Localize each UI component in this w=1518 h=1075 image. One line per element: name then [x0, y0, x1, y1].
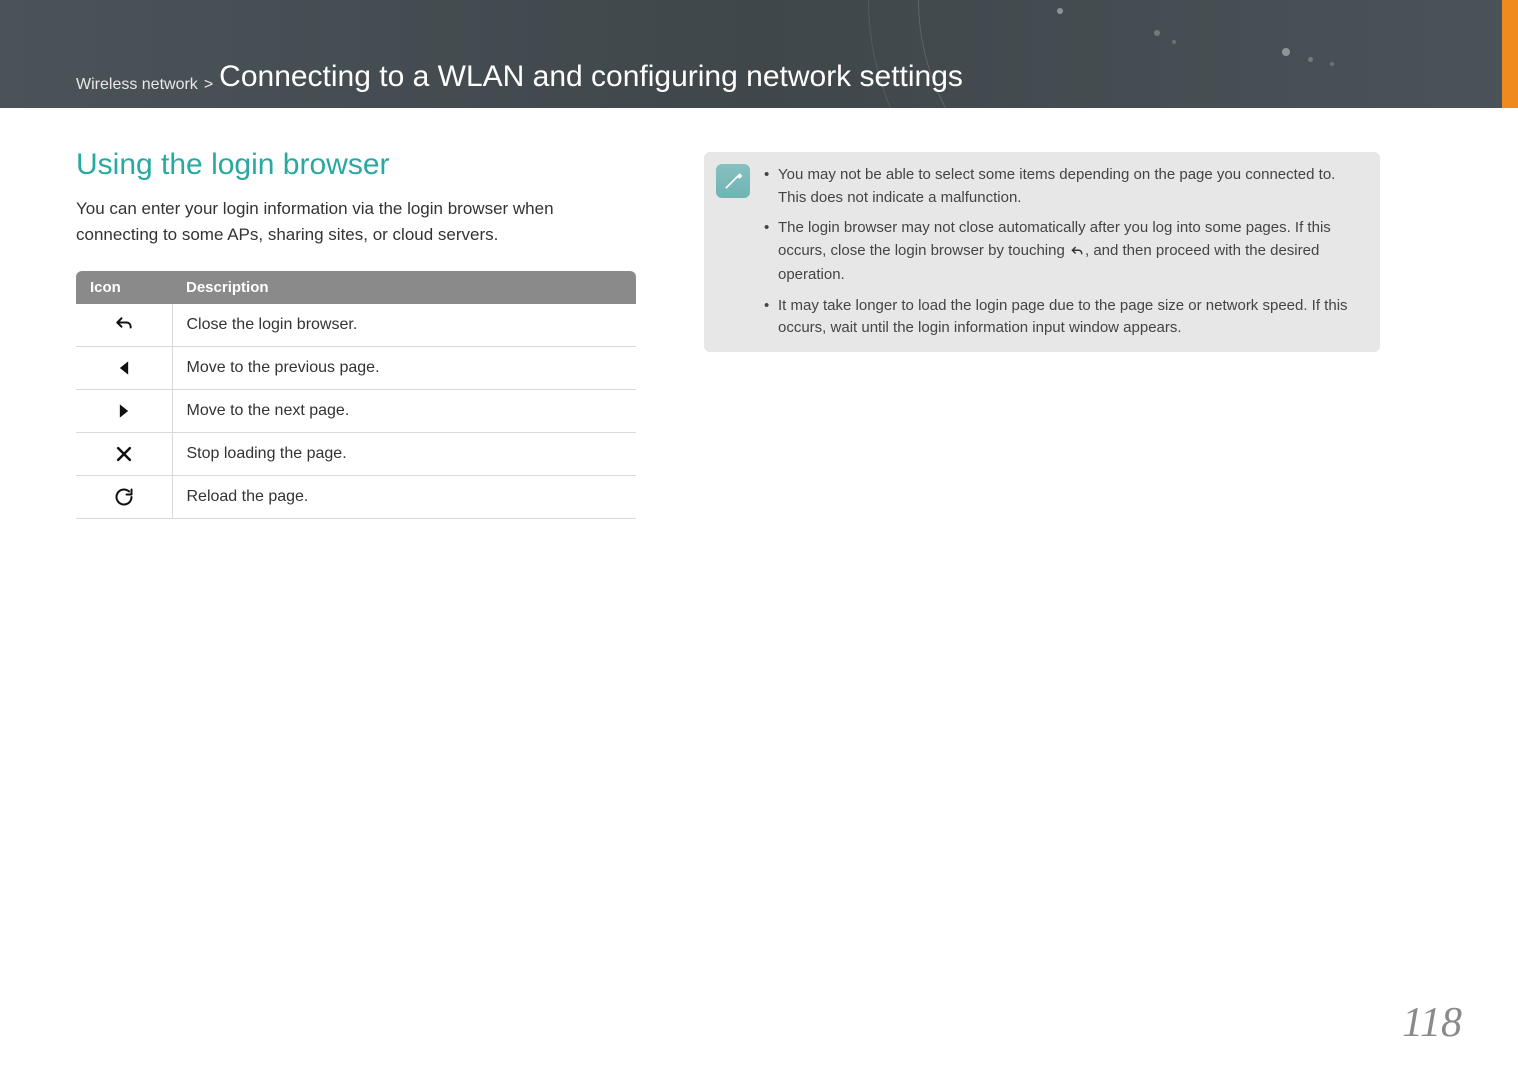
right-column: You may not be able to select some items… [704, 148, 1380, 519]
table-cell-desc: Move to the previous page. [172, 347, 636, 390]
page-header: Wireless network > Connecting to a WLAN … [0, 0, 1518, 108]
next-icon [76, 390, 172, 433]
note-list: You may not be able to select some items… [764, 164, 1364, 340]
table-cell-desc: Move to the next page. [172, 390, 636, 433]
note-item: It may take longer to load the login pag… [764, 295, 1364, 340]
table-cell-desc: Reload the page. [172, 476, 636, 519]
breadcrumb-title: Connecting to a WLAN and configuring net… [219, 60, 963, 94]
table-row: Move to the next page. [76, 390, 636, 433]
table-cell-desc: Close the login browser. [172, 304, 636, 347]
note-item: You may not be able to select some items… [764, 164, 1364, 209]
section-heading: Using the login browser [76, 148, 636, 182]
decorative-dot [1282, 48, 1290, 56]
left-column: Using the login browser You can enter yo… [76, 148, 636, 519]
reload-icon [76, 476, 172, 519]
stop-icon [76, 433, 172, 476]
back-icon [1069, 242, 1085, 265]
prev-icon [76, 347, 172, 390]
decorative-dot [1330, 62, 1334, 66]
table-header-icon: Icon [76, 271, 172, 304]
decorative-dot [1057, 8, 1063, 14]
breadcrumb-prefix: Wireless network [76, 76, 198, 94]
accent-tab [1502, 0, 1518, 108]
table-row: Move to the previous page. [76, 347, 636, 390]
table-header-desc: Description [172, 271, 636, 304]
page-number: 118 [1402, 999, 1462, 1047]
note-text: It may take longer to load the login pag… [778, 297, 1348, 337]
decorative-dot [1308, 57, 1313, 62]
note-icon [716, 164, 750, 198]
note-text: You may not be able to select some items… [778, 166, 1335, 206]
breadcrumb-separator: > [204, 76, 213, 94]
section-body: You can enter your login information via… [76, 196, 636, 247]
table-row: Close the login browser. [76, 304, 636, 347]
content-area: Using the login browser You can enter yo… [0, 108, 1518, 519]
note-item: The login browser may not close automati… [764, 217, 1364, 287]
table-row: Stop loading the page. [76, 433, 636, 476]
icon-description-table: Icon Description Close the login browser… [76, 271, 636, 519]
decorative-dot [1154, 30, 1160, 36]
table-row: Reload the page. [76, 476, 636, 519]
note-box: You may not be able to select some items… [704, 152, 1380, 352]
decorative-dot [1172, 40, 1176, 44]
table-cell-desc: Stop loading the page. [172, 433, 636, 476]
back-icon [76, 304, 172, 347]
decorative-arc [868, 0, 1518, 108]
